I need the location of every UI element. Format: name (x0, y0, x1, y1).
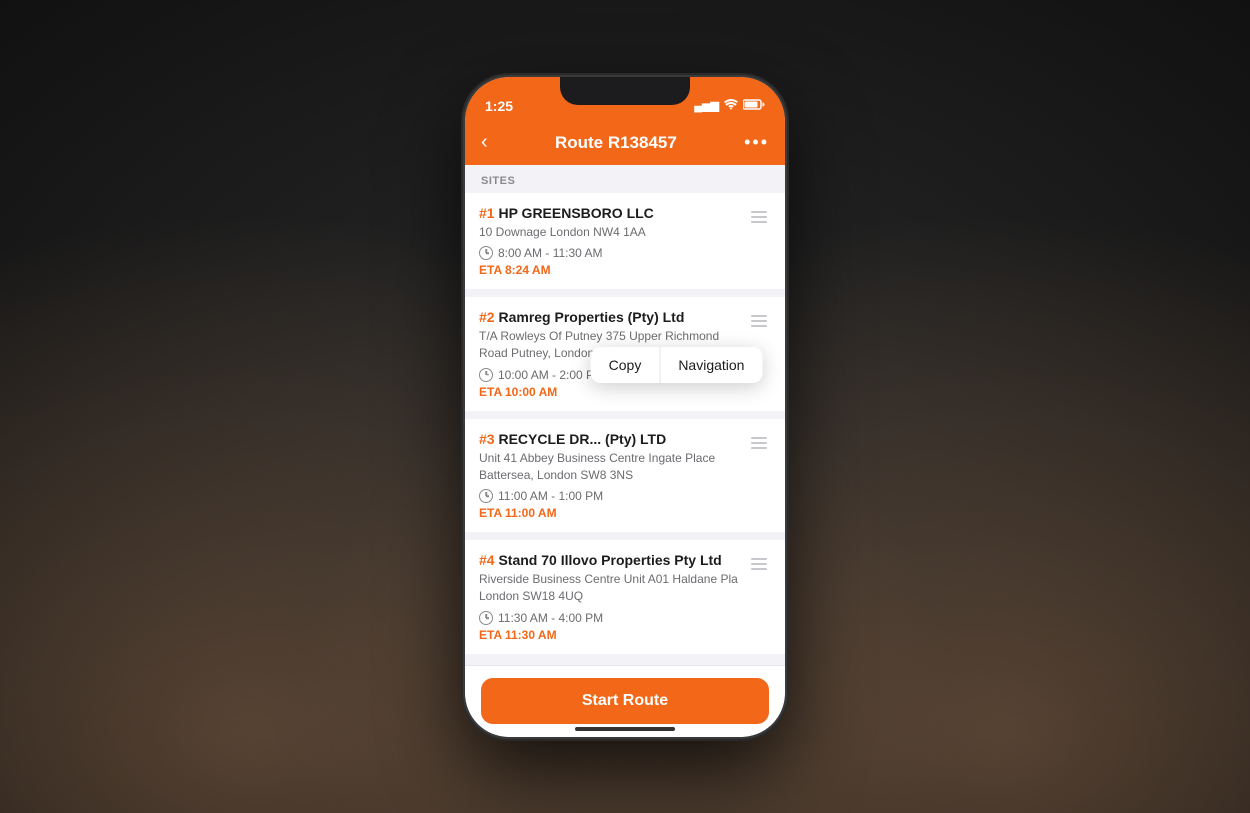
back-button[interactable]: ‹ (481, 131, 488, 154)
wifi-icon (724, 99, 738, 113)
clock-icon-4 (479, 611, 493, 625)
content-area: SITES #1 HP GREENSBORO LLC 10 Downage Lo… (465, 165, 785, 665)
drag-handle-4 (747, 554, 771, 574)
site-eta-2: ETA 10:00 AM (479, 385, 739, 399)
phone-notch (560, 77, 690, 105)
site-number-4: #4 (479, 552, 495, 568)
start-route-button[interactable]: Start Route (481, 678, 769, 724)
context-navigation-button[interactable]: Navigation (660, 347, 762, 383)
site-info-4: #4 Stand 70 Illovo Properties Pty Ltd Ri… (479, 552, 739, 642)
site-name-1: HP GREENSBORO LLC (498, 205, 653, 221)
context-copy-button[interactable]: Copy (591, 347, 661, 383)
site-address-4: Riverside Business Centre Unit A01 Halda… (479, 571, 739, 605)
route-title: Route R138457 (555, 133, 677, 153)
status-time: 1:25 (485, 98, 513, 114)
drag-handle-1 (747, 207, 771, 227)
site-title-4: #4 Stand 70 Illovo Properties Pty Ltd (479, 552, 739, 568)
site-address-3: Unit 41 Abbey Business Centre Ingate Pla… (479, 450, 739, 484)
site-title-3: #3 RECYCLE DR... (Pty) LTD (479, 431, 739, 447)
phone-screen: 1:25 ▄▅▆ ‹ Route R (465, 77, 785, 737)
site-eta-1: ETA 8:24 AM (479, 263, 739, 277)
site-info-1: #1 HP GREENSBORO LLC 10 Downage London N… (479, 205, 739, 278)
site-title-2: #2 Ramreg Properties (Pty) Ltd (479, 309, 739, 325)
site-card-2[interactable]: #2 Ramreg Properties (Pty) Ltd T/A Rowle… (465, 297, 785, 411)
site-eta-4: ETA 11:30 AM (479, 628, 739, 642)
battery-icon (743, 99, 765, 113)
site-name-2: Ramreg Properties (Pty) Ltd (498, 309, 684, 325)
site-name-4: Stand 70 Illovo Properties Pty Ltd (498, 552, 721, 568)
site-time-row-1: 8:00 AM - 11:30 AM (479, 246, 739, 260)
clock-icon-1 (479, 246, 493, 260)
site-title-1: #1 HP GREENSBORO LLC (479, 205, 739, 221)
status-icons: ▄▅▆ (694, 99, 765, 113)
site-number-1: #1 (479, 205, 495, 221)
site-card-1[interactable]: #1 HP GREENSBORO LLC 10 Downage London N… (465, 193, 785, 290)
site-card-3[interactable]: #3 RECYCLE DR... (Pty) LTD Unit 41 Abbey… (465, 419, 785, 533)
site-hours-4: 11:30 AM - 4:00 PM (498, 611, 603, 625)
site-number-3: #3 (479, 431, 495, 447)
site-hours-1: 8:00 AM - 11:30 AM (498, 246, 603, 260)
site-hours-3: 11:00 AM - 1:00 PM (498, 489, 603, 503)
site-time-row-3: 11:00 AM - 1:00 PM (479, 489, 739, 503)
site-time-row-4: 11:30 AM - 4:00 PM (479, 611, 739, 625)
clock-icon-2 (479, 368, 493, 382)
site-address-1: 10 Downage London NW4 1AA (479, 224, 739, 241)
phone-shell: 1:25 ▄▅▆ ‹ Route R (465, 77, 785, 737)
more-button[interactable]: ••• (744, 132, 769, 153)
site-info-3: #3 RECYCLE DR... (Pty) LTD Unit 41 Abbey… (479, 431, 739, 521)
section-label: SITES (465, 165, 785, 193)
site-number-2: #2 (479, 309, 495, 325)
site-eta-3: ETA 11:00 AM (479, 506, 739, 520)
clock-icon-3 (479, 489, 493, 503)
context-menu: Copy Navigation (591, 347, 763, 383)
home-indicator (575, 727, 675, 731)
signal-icon: ▄▅▆ (694, 99, 719, 112)
drag-handle-3 (747, 433, 771, 453)
nav-header: ‹ Route R138457 ••• (465, 121, 785, 165)
site-hours-2: 10:00 AM - 2:00 PM (498, 368, 604, 382)
site-card-4[interactable]: #4 Stand 70 Illovo Properties Pty Ltd Ri… (465, 540, 785, 654)
site-name-3: RECYCLE DR... (Pty) LTD (498, 431, 666, 447)
drag-handle-2 (747, 311, 771, 331)
